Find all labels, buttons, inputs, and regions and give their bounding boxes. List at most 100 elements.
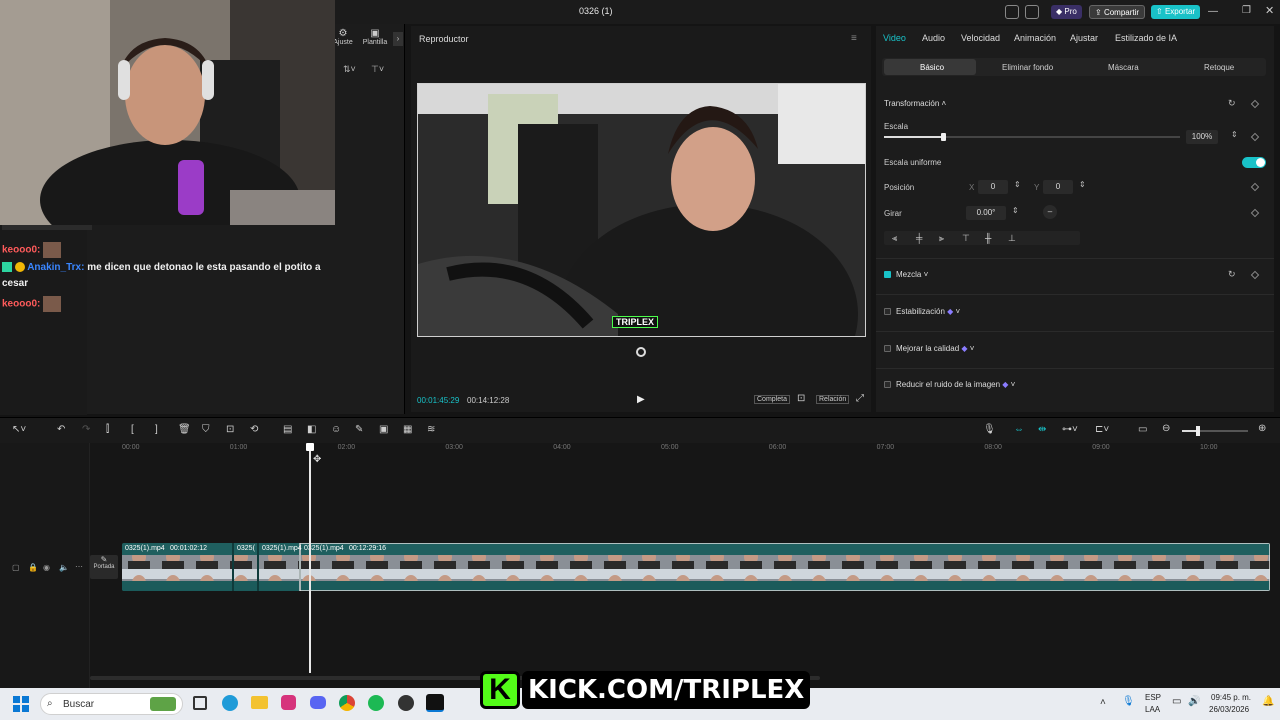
mirror-icon[interactable]: ◧ xyxy=(307,424,316,435)
pro-button[interactable]: ◆ Pro xyxy=(1051,5,1082,19)
zoom-slider-handle[interactable] xyxy=(1196,426,1200,436)
blend-section[interactable]: Mezcla ˅ xyxy=(884,270,928,279)
image-icon[interactable]: ▦ xyxy=(403,424,412,435)
tab-ajustar[interactable]: Ajustar xyxy=(1070,33,1098,43)
scale-slider[interactable] xyxy=(884,133,1180,141)
sort-icon[interactable]: ⇅˅ xyxy=(343,64,356,75)
more-icon[interactable]: ⋯ xyxy=(75,562,83,571)
keyframe-icon[interactable] xyxy=(1250,182,1260,192)
stepper-icon[interactable]: ⇕ xyxy=(1079,180,1086,189)
keyframe-icon[interactable] xyxy=(1250,208,1260,218)
layout-icon[interactable] xyxy=(1005,5,1019,19)
hd-icon[interactable]: ▣ xyxy=(379,424,388,435)
capcut-icon[interactable] xyxy=(426,694,444,712)
ratio-button[interactable]: Relación xyxy=(816,395,850,404)
crop-icon[interactable]: ⊡ xyxy=(226,424,234,435)
fit-icon[interactable]: ⊡ xyxy=(797,393,805,404)
align-top-icon[interactable]: ⊤ xyxy=(962,231,970,245)
zoom-in-icon[interactable]: ⊕ xyxy=(1258,423,1266,434)
folder-icon[interactable] xyxy=(251,696,268,709)
playhead-handle[interactable] xyxy=(306,443,314,451)
minimize-icon[interactable]: — xyxy=(1208,6,1218,17)
split-left-icon[interactable]: [ xyxy=(131,424,134,435)
obs-icon[interactable] xyxy=(398,695,414,711)
magic-icon[interactable]: ✎ xyxy=(355,424,363,435)
tab-animacion[interactable]: Animación xyxy=(1014,33,1056,43)
spotify-icon[interactable] xyxy=(368,695,384,711)
collapse-icon[interactable]: › xyxy=(393,32,403,46)
filter-icon[interactable]: ⊤˅ xyxy=(371,64,384,75)
split-right-icon[interactable]: ] xyxy=(155,424,158,435)
time-ruler[interactable]: 00:00 01:00 02:00 03:00 04:00 05:00 06:00 07:00… xyxy=(0,443,1280,455)
stabilize-section[interactable]: Estabilización ◆ ˅ xyxy=(884,307,960,316)
align-center-icon[interactable]: ╪ xyxy=(916,231,922,245)
eye-icon[interactable]: ◉ xyxy=(43,563,50,572)
align-bottom-icon[interactable]: ⊥ xyxy=(1008,231,1016,245)
zoom-slider[interactable] xyxy=(1182,426,1248,436)
reset-icon[interactable]: ↻ xyxy=(1228,269,1236,280)
instagram-icon[interactable] xyxy=(281,695,296,710)
stepper-icon[interactable]: ⇕ xyxy=(1231,130,1238,139)
notification-icon[interactable]: 🔔 xyxy=(1262,696,1274,707)
subtab-mascara[interactable]: Máscara xyxy=(1108,63,1139,72)
keyframe-icon[interactable] xyxy=(1250,99,1260,109)
rotate-field[interactable]: 0.00° xyxy=(966,206,1006,220)
keyframe-icon[interactable] xyxy=(1250,270,1260,280)
align-right-icon[interactable]: ⫸ xyxy=(939,231,944,245)
tab-ajuste[interactable]: ⚙ Ajuste xyxy=(332,28,354,46)
video-preview[interactable]: TRIPLEX xyxy=(417,83,866,337)
task-view-icon[interactable] xyxy=(193,696,207,710)
close-icon[interactable]: ✕ xyxy=(1265,4,1274,17)
align-left-icon[interactable]: ⫷ xyxy=(892,231,897,245)
menu-icon[interactable]: ≡ xyxy=(851,33,857,44)
split-icon[interactable]: ⫿ xyxy=(106,424,109,435)
playhead[interactable] xyxy=(306,443,314,673)
full-button[interactable]: Completa xyxy=(754,395,790,404)
quality-section[interactable]: Mejorar la calidad ◆ ˅ xyxy=(884,344,974,353)
caption-track-icon[interactable]: ▭ xyxy=(1138,424,1147,435)
mic-tray-icon[interactable]: 🎙 xyxy=(1122,696,1135,707)
subtab-basico[interactable]: Básico xyxy=(920,63,944,72)
timeline[interactable]: ▢ 🔒 ◉ 🔈 ⋯ ✎ Portada 00:00 01:00 02:00 03:00… xyxy=(0,443,1280,688)
denoise-checkbox[interactable] xyxy=(884,381,891,389)
transform-icon[interactable]: ⟲ xyxy=(250,424,258,435)
tab-estilizado[interactable]: Estilizado de IA xyxy=(1115,33,1177,43)
pos-x-field[interactable]: 0 xyxy=(978,180,1008,194)
stabilize-checkbox[interactable] xyxy=(884,308,891,316)
taskbar-search[interactable]: ⌕ Buscar xyxy=(40,693,183,715)
rotate-dial[interactable]: – xyxy=(1043,205,1057,219)
stepper-icon[interactable]: ⇕ xyxy=(1014,180,1021,189)
denoise-section[interactable]: Reducir el ruido de la imagen ◆ ˅ xyxy=(884,380,1015,389)
discord-icon[interactable] xyxy=(310,696,326,709)
maximize-icon[interactable]: ❐ xyxy=(1242,5,1251,16)
stepper-icon[interactable]: ⇕ xyxy=(1012,206,1019,215)
edge-icon[interactable] xyxy=(222,695,238,711)
undo-icon[interactable]: ↶ xyxy=(57,424,65,435)
reset-icon[interactable]: ↻ xyxy=(1228,98,1236,109)
keyframe-icon[interactable] xyxy=(1250,132,1260,142)
chrome-icon[interactable] xyxy=(339,695,355,711)
blend-checkbox[interactable] xyxy=(884,271,891,279)
fullscreen-icon[interactable]: ⤢ xyxy=(856,393,864,404)
play-button[interactable]: ▶ xyxy=(637,394,645,405)
select-tool-icon[interactable]: ↖˅ xyxy=(12,424,26,435)
list-icon[interactable] xyxy=(1025,5,1039,19)
windows-start-icon[interactable] xyxy=(13,696,29,712)
snap-icon[interactable]: ⇹ xyxy=(1038,424,1046,435)
subtab-eliminar-fondo[interactable]: Eliminar fondo xyxy=(1002,63,1053,72)
uniform-scale-toggle[interactable] xyxy=(1242,157,1266,168)
mic-icon[interactable]: 🎙 xyxy=(983,424,996,435)
tab-audio[interactable]: Audio xyxy=(922,33,945,43)
preview-axis-icon[interactable]: ⊏˅ xyxy=(1095,424,1109,435)
share-button[interactable]: ⇪ Compartir xyxy=(1089,5,1146,19)
link-icon[interactable]: ⊶˅ xyxy=(1062,424,1078,435)
subtab-retoque[interactable]: Retoque xyxy=(1204,63,1234,72)
scale-value[interactable]: 100% xyxy=(1186,130,1218,144)
quality-checkbox[interactable] xyxy=(884,345,891,353)
track-lock-icon[interactable]: ▢ xyxy=(12,563,20,572)
lang-code[interactable]: ESP xyxy=(1145,693,1161,702)
person-icon[interactable]: ☺ xyxy=(331,424,341,435)
scale-slider-handle[interactable] xyxy=(941,133,947,141)
link-main-icon[interactable]: ⇔ xyxy=(1014,424,1024,435)
export-button[interactable]: ⇧ Exportar xyxy=(1151,5,1201,19)
